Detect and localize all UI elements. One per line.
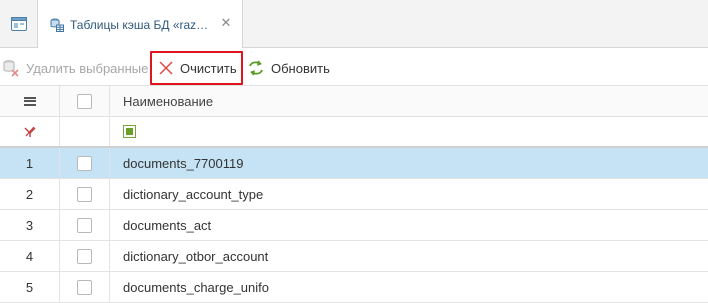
filter-row	[0, 117, 708, 148]
clear-x-icon	[159, 61, 173, 75]
select-all-checkbox[interactable]	[77, 93, 92, 109]
row-name: documents_7700119	[123, 155, 244, 171]
row-checkbox[interactable]	[77, 217, 92, 233]
table-row[interactable]: 4 dictionary_otbor_account	[0, 241, 708, 272]
row-checkbox-cell	[60, 179, 110, 209]
row-checkbox[interactable]	[77, 186, 92, 202]
row-number: 5	[0, 272, 60, 302]
row-number: 2	[0, 179, 60, 209]
row-checkbox-cell	[60, 241, 110, 271]
row-checkbox[interactable]	[77, 155, 92, 171]
filter-indicator-icon[interactable]	[123, 125, 136, 138]
cache-tables-grid: Наименование 1 documents_7700119 2 dicti…	[0, 86, 708, 303]
delete-table-icon	[3, 60, 19, 77]
home-tab[interactable]	[0, 0, 38, 48]
row-checkbox-cell	[60, 272, 110, 302]
row-name: dictionary_account_type	[123, 186, 264, 202]
row-checkbox-cell	[60, 210, 110, 240]
row-number: 1	[0, 148, 60, 178]
select-all-cell	[60, 86, 110, 116]
tab-cache-tables[interactable]: Таблицы кэша БД «raz… ✕	[38, 0, 243, 49]
toolbar: Удалить выбранные Очистить Обновить	[0, 48, 708, 86]
refresh-icon	[249, 60, 263, 76]
window-icon	[10, 17, 27, 31]
row-checkbox-cell	[60, 148, 110, 178]
row-name: documents_charge_unifo	[123, 279, 269, 295]
table-row[interactable]: 1 documents_7700119	[0, 148, 708, 179]
column-menu-button[interactable]	[0, 86, 60, 116]
filter-checkbox-cell	[60, 117, 110, 146]
grid-header: Наименование	[0, 86, 708, 117]
table-row[interactable]: 3 documents_act	[0, 210, 708, 241]
table-cache-icon	[50, 18, 64, 32]
row-checkbox[interactable]	[77, 279, 92, 295]
table-row[interactable]: 2 dictionary_account_type	[0, 179, 708, 210]
delete-selected-button[interactable]: Удалить выбранные	[2, 53, 148, 83]
clear-label: Очистить	[180, 60, 237, 76]
row-name: dictionary_otbor_account	[123, 248, 269, 264]
row-number: 3	[0, 210, 60, 240]
clear-button[interactable]: Очистить	[150, 51, 243, 85]
delete-selected-label: Удалить выбранные	[26, 60, 149, 76]
name-filter-cell	[110, 117, 708, 146]
refresh-label: Обновить	[271, 60, 330, 76]
close-icon[interactable]: ✕	[218, 15, 234, 31]
row-name: documents_act	[123, 217, 212, 233]
table-row[interactable]: 5 documents_charge_unifo	[0, 272, 708, 303]
refresh-button[interactable]: Обновить	[247, 53, 330, 83]
column-header-name[interactable]: Наименование	[110, 86, 708, 116]
tab-title: Таблицы кэша БД «raz…	[70, 17, 209, 32]
clear-filter-button[interactable]	[0, 117, 60, 146]
row-checkbox[interactable]	[77, 248, 92, 264]
row-number: 4	[0, 241, 60, 271]
clear-filter-icon	[24, 126, 35, 137]
tab-strip: Таблицы кэша БД «raz… ✕	[0, 0, 708, 49]
menu-icon	[23, 96, 36, 106]
